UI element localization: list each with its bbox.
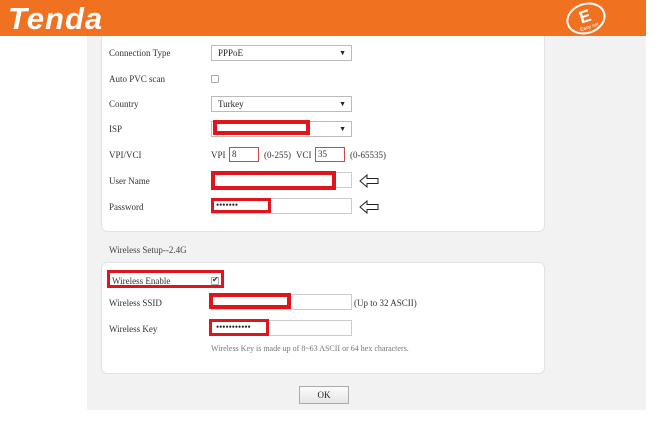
auto-pvc-checkbox[interactable] — [211, 75, 219, 83]
auto-pvc-label: Auto PVC scan — [109, 74, 165, 84]
wireless-key-highlight-box — [209, 319, 269, 336]
ssid-length-hint: (Up to 32 ASCII) — [354, 298, 417, 308]
left-arrow-icon — [359, 174, 379, 188]
connection-type-label: Connection Type — [109, 48, 171, 58]
vpi-range-hint: (0-255) — [264, 150, 291, 160]
left-arrow-icon — [359, 200, 379, 214]
ssid-redaction-box — [209, 293, 291, 309]
vci-label: VCI — [296, 150, 312, 160]
vpi-label: VPI — [211, 150, 226, 160]
country-label: Country — [109, 99, 139, 109]
chevron-down-icon: ▼ — [339, 100, 346, 108]
wireless-enable-highlight-box — [107, 270, 224, 288]
password-highlight-box — [211, 198, 271, 213]
top-banner: Tenda E Easy set — [0, 0, 646, 40]
username-label: User Name — [109, 176, 150, 186]
vci-range-hint: (0-65535) — [350, 150, 386, 160]
easy-setup-logo-icon: E Easy set — [562, 0, 610, 40]
wireless-section-title: Wireless Setup--2.4G — [109, 245, 187, 255]
connection-type-select[interactable]: PPPoE ▼ — [211, 45, 352, 61]
wireless-ssid-label: Wireless SSID — [109, 298, 162, 308]
chevron-down-icon: ▼ — [339, 49, 346, 57]
vpi-vci-label: VPI/VCI — [109, 150, 142, 160]
tenda-logo: Tenda — [8, 1, 104, 36]
wireless-key-hint: Wireless Key is made up of 8~63 ASCII or… — [211, 344, 409, 353]
vpi-input[interactable]: 8 — [229, 147, 259, 162]
chevron-down-icon: ▼ — [339, 125, 346, 133]
ok-button[interactable]: OK — [299, 386, 349, 404]
isp-redaction-box — [213, 120, 310, 135]
password-label: Password — [109, 202, 144, 212]
username-redaction-box — [211, 171, 336, 190]
right-scroll-area — [648, 0, 663, 424]
vci-input[interactable]: 35 — [315, 147, 345, 162]
isp-label: ISP — [109, 124, 123, 134]
wireless-key-label: Wireless Key — [109, 324, 158, 334]
country-select[interactable]: Turkey ▼ — [211, 96, 352, 112]
